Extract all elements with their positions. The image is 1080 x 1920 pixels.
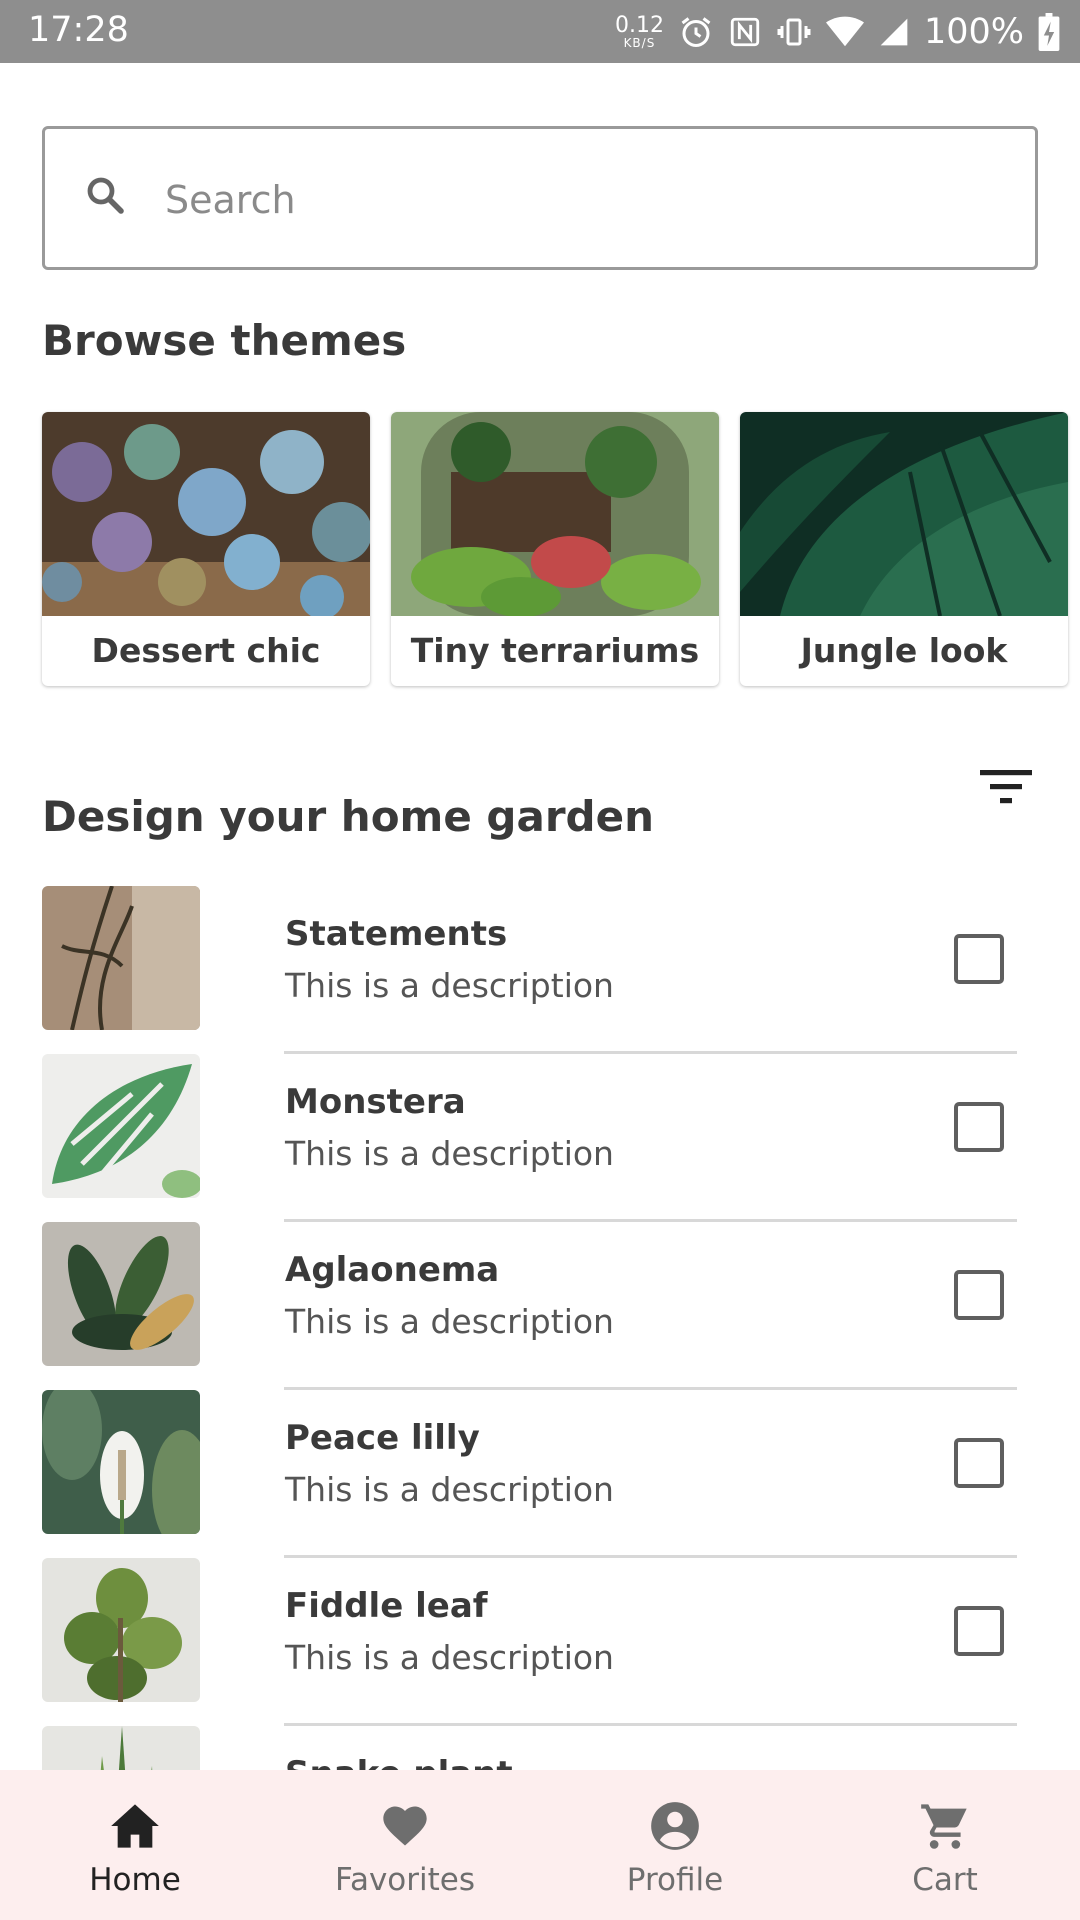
item-title: Statements [285, 914, 508, 954]
plant-thumbnail [42, 1054, 200, 1198]
theme-card-jungle-look[interactable]: Jungle look [740, 412, 1068, 686]
home-icon [109, 1800, 161, 1856]
item-checkbox[interactable] [954, 1606, 1004, 1656]
item-title: Peace lilly [285, 1418, 480, 1458]
item-checkbox[interactable] [954, 1438, 1004, 1488]
wifi-icon [825, 15, 864, 49]
nav-item-favorites[interactable]: Favorites [270, 1770, 540, 1920]
nav-item-cart[interactable]: Cart [810, 1770, 1080, 1920]
vibrate-icon [776, 14, 812, 50]
plant-thumbnail [42, 1222, 200, 1366]
nav-label: Profile [626, 1862, 724, 1898]
item-checkbox[interactable] [954, 1102, 1004, 1152]
plant-thumbnail [42, 1558, 200, 1702]
nav-item-profile[interactable]: Profile [540, 1770, 810, 1920]
theme-image-terrarium [391, 412, 719, 617]
theme-card-dessert-chic[interactable]: Dessert chic [42, 412, 370, 686]
nav-label: Home [89, 1862, 181, 1898]
list-item[interactable]: Peace lilly This is a description [0, 1390, 1080, 1558]
battery-percent: 100% [923, 11, 1024, 52]
network-speed-value: 0.12 [614, 12, 664, 38]
signal-icon [878, 16, 910, 48]
list-item[interactable]: Statements This is a description [0, 886, 1080, 1054]
item-checkbox[interactable] [954, 1270, 1004, 1320]
item-description: This is a description [285, 1470, 614, 1509]
search-bar[interactable] [42, 126, 1038, 270]
heart-icon [379, 1800, 431, 1856]
item-description: This is a description [285, 966, 614, 1005]
item-description: This is a description [285, 1638, 614, 1677]
theme-label: Dessert chic [91, 631, 321, 670]
item-description: This is a description [285, 1302, 614, 1341]
bottom-navigation: Home Favorites Profile Cart [0, 1770, 1080, 1920]
battery-charging-icon [1038, 12, 1060, 51]
nfc-icon [728, 15, 762, 49]
item-title: Fiddle leaf [285, 1586, 488, 1626]
item-title: Aglaonema [285, 1250, 500, 1290]
search-input[interactable] [163, 163, 987, 237]
nav-label: Favorites [334, 1862, 476, 1898]
theme-label: Tiny terrariums [410, 631, 700, 670]
cart-icon [919, 1800, 971, 1856]
plant-thumbnail [42, 1390, 200, 1534]
list-item[interactable]: Monstera This is a description [0, 1054, 1080, 1222]
filter-icon[interactable] [978, 766, 1034, 810]
list-item[interactable]: Aglaonema This is a description [0, 1222, 1080, 1390]
search-icon [81, 171, 129, 223]
themes-carousel[interactable]: Dessert chic Tiny terrariums Jungle look [42, 412, 1080, 688]
theme-card-tiny-terrariums[interactable]: Tiny terrariums [391, 412, 719, 686]
item-description: This is a description [285, 1134, 614, 1173]
account-circle-icon [649, 1800, 701, 1856]
status-icons: 0.12 KB/S 100% [615, 8, 1060, 55]
browse-themes-title: Browse themes [42, 316, 407, 365]
status-time: 17:28 [28, 10, 129, 50]
alarm-icon [678, 14, 714, 50]
nav-item-home[interactable]: Home [0, 1770, 270, 1920]
nav-label: Cart [912, 1862, 978, 1898]
theme-label: Jungle look [800, 631, 1008, 670]
item-checkbox[interactable] [954, 934, 1004, 984]
theme-image-jungle [740, 412, 1068, 617]
network-speed-unit: KB/S [623, 35, 656, 50]
network-speed: 0.12 KB/S [614, 12, 664, 50]
garden-section-title: Design your home garden [42, 792, 654, 841]
plant-thumbnail [42, 886, 200, 1030]
status-bar: 17:28 0.12 KB/S 100% [0, 0, 1080, 63]
list-item[interactable]: Fiddle leaf This is a description [0, 1558, 1080, 1726]
item-title: Monstera [285, 1082, 466, 1122]
theme-image-succulents [42, 412, 370, 619]
